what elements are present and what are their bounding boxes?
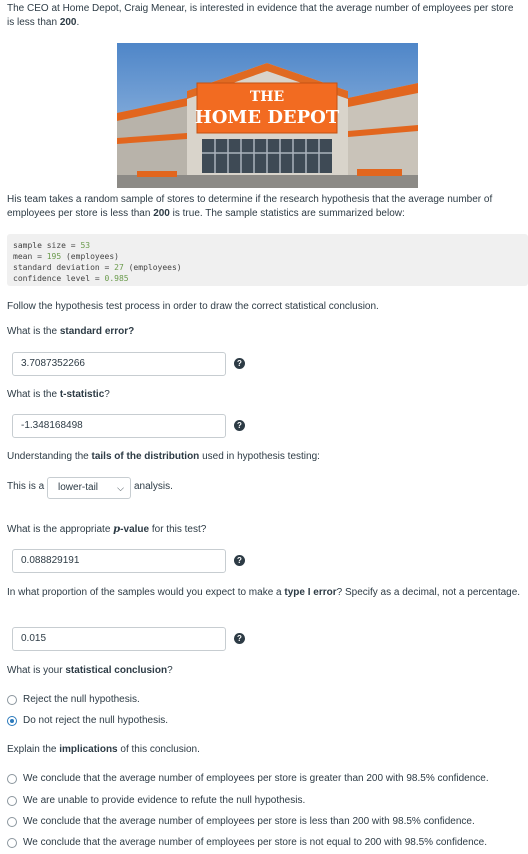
question-standard-error: What is the standard error? [7,326,135,337]
tails-prompt: Understanding the tails of the distribut… [7,451,320,462]
question-circle-icon[interactable]: ? [234,358,245,369]
sample-statistics-box: sample size = 53 mean = 195 (employees) … [7,234,528,286]
home-depot-store-photo: THE HOME DEPOT [117,43,418,188]
question-statistical-conclusion: What is your statistical conclusion? [7,665,173,676]
sign-line2: HOME DEPOT [195,107,340,128]
t-statistic-input[interactable]: -1.348168498 [12,414,226,438]
stat-mean: mean = 195 (employees) [13,252,119,261]
question-circle-icon[interactable]: ? [234,633,245,644]
radio-button[interactable] [7,817,17,827]
p-value-input[interactable]: 0.088829191 [12,549,226,573]
intro-threshold: 200 [59,17,77,28]
radio-button[interactable] [7,838,17,848]
team-paragraph: His team takes a random sample of stores… [7,194,493,219]
intro-paragraph: The CEO at Home Depot, Craig Menear, is … [7,3,514,28]
stat-standard-deviation: standard deviation = 27 (employees) [13,263,182,272]
team-threshold: 200 [153,208,170,219]
tails-sentence-start: This is a [7,481,45,492]
question-t-statistic: What is the t-statistic? [7,389,110,400]
tail-type-value: lower-tail [58,482,99,493]
standard-error-input[interactable]: 3.7087352266 [12,352,226,376]
question-implications: Explain the implications of this conclus… [7,744,200,755]
radio-button[interactable] [7,774,17,784]
stat-confidence-level: confidence level = 0.985 [13,274,129,283]
chevron-down-icon: ⌵ [117,483,124,493]
instructions-text: Follow the hypothesis test process in or… [7,301,379,312]
tail-type-select[interactable]: lower-tail ⌵ [47,477,131,499]
sign-line1: THE [250,89,284,105]
tails-sentence-end: analysis. [134,481,173,492]
radio-button[interactable] [7,695,17,705]
radio-button-selected[interactable] [7,716,17,726]
question-circle-icon[interactable]: ? [234,555,245,566]
question-p-value: What is the appropriate p-value for this… [7,524,207,535]
question-type-i-error: In what proportion of the samples would … [7,587,521,598]
stat-sample-size: sample size = 53 [13,241,91,250]
question-circle-icon[interactable]: ? [234,420,245,431]
type-i-error-input[interactable]: 0.015 [12,627,226,651]
radio-button[interactable] [7,796,17,806]
